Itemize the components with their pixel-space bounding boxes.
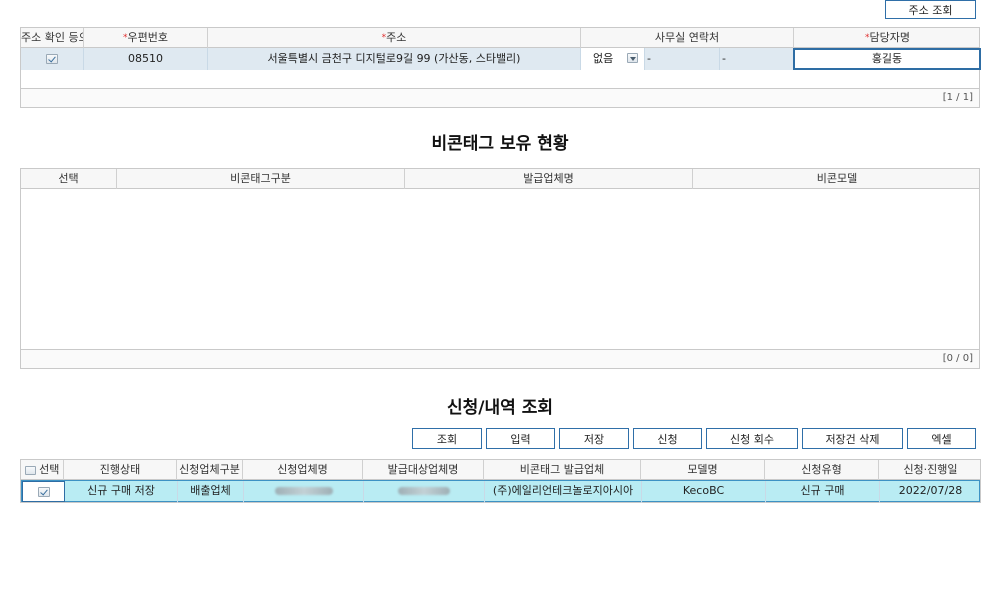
beacon-grid-header: 선택 비콘태그구분 발급업체명 비콘모델 (21, 169, 979, 189)
col-header-address: *주소 (208, 28, 581, 48)
withdraw-request-button[interactable]: 신청 회수 (706, 428, 798, 449)
save-button[interactable]: 저장 (559, 428, 629, 449)
phone-middle-field[interactable]: - (645, 48, 720, 70)
address-grid: 주소 확인 등으 *우편번호 *주소 사무실 연락처 *담당자명 08510 서… (20, 27, 981, 108)
postal-cell: 08510 (84, 48, 208, 70)
manager-name-field[interactable]: 홍길동 (793, 48, 981, 70)
col-header-select[interactable]: 선택 (21, 460, 64, 480)
input-button[interactable]: 입력 (486, 428, 555, 449)
address-row[interactable]: 08510 서울특별시 금천구 디지털로9길 99 (가산동, 스타밸리) 없음… (21, 48, 981, 70)
address-search-button[interactable]: 주소 조회 (885, 0, 976, 19)
request-section-title: 신청/내역 조회 (447, 398, 553, 418)
beacon-grid: 선택 비콘태그구분 발급업체명 비콘모델 [0 / 0] (20, 168, 980, 369)
status-cell: 신규 구매 저장 (65, 481, 178, 503)
required-mark: * (865, 33, 870, 43)
request-type-cell: 신규 구매 (766, 481, 880, 503)
model-cell: KecoBC (642, 481, 766, 503)
required-mark: * (381, 33, 387, 43)
col-header-status: 진행상태 (64, 460, 177, 480)
col-header-company-type: 신청업체구분 (177, 460, 243, 480)
phone-select[interactable]: 없음 (581, 48, 645, 70)
row-select-cell[interactable] (22, 481, 65, 502)
request-date-cell: 2022/07/28 (898, 484, 963, 497)
address-grid-paging: [1 / 1] (21, 88, 979, 107)
col-header-beacon-type: 비콘태그구분 (117, 169, 405, 189)
col-header-address-confirm: 주소 확인 등으 (21, 28, 84, 48)
apply-button[interactable]: 신청 (633, 428, 702, 449)
company-type-cell: 배출업체 (178, 481, 244, 503)
search-button[interactable]: 조회 (412, 428, 482, 449)
col-header-model: 모델명 (641, 460, 765, 480)
col-header-postal: *우편번호 (84, 28, 208, 48)
request-grid-header: 선택 진행상태 신청업체구분 신청업체명 발급대상업체명 비콘태그 발급업체 모… (21, 460, 980, 480)
address-grid-header: 주소 확인 등으 *우편번호 *주소 사무실 연락처 *담당자명 (21, 28, 979, 48)
col-header-issuer-name: 발급업체명 (405, 169, 693, 189)
col-header-select: 선택 (21, 169, 117, 189)
redacted-text (398, 487, 450, 495)
col-header-manager: *담당자명 (865, 31, 910, 44)
target-company-cell (364, 481, 485, 503)
col-header-beacon-issuer: 비콘태그 발급업체 (484, 460, 641, 480)
issuer-cell: (주)에일리언테크놀로지아시아 (485, 481, 642, 503)
row-select-checkbox[interactable] (37, 487, 50, 497)
col-header-office-contact: 사무실 연락처 (581, 28, 794, 48)
chevron-down-icon[interactable] (627, 53, 638, 63)
col-header-request-date: 신청·진행일 (903, 463, 958, 476)
col-header-request-type: 신청유형 (765, 460, 879, 480)
request-grid: 선택 진행상태 신청업체구분 신청업체명 발급대상업체명 비콘태그 발급업체 모… (20, 459, 981, 503)
request-row[interactable]: 신규 구매 저장 배출업체 (주)에일리언테크놀로지아시아 KecoBC 신규 … (21, 480, 980, 503)
beacon-section-title: 비콘태그 보유 현황 (431, 134, 569, 154)
col-header-beacon-model: 비콘모델 (816, 172, 858, 185)
col-header-company-name: 신청업체명 (243, 460, 363, 480)
phone-last-field[interactable]: - (720, 48, 794, 70)
address-cell: 서울특별시 금천구 디지털로9길 99 (가산동, 스타밸리) (208, 48, 581, 70)
col-header-target-company: 발급대상업체명 (363, 460, 484, 480)
select-all-checkbox[interactable] (24, 465, 36, 475)
beacon-grid-paging: [0 / 0] (21, 349, 979, 368)
delete-saved-button[interactable]: 저장건 삭제 (802, 428, 903, 449)
address-confirm-checkbox[interactable] (46, 54, 58, 64)
required-mark: * (123, 33, 128, 43)
redacted-text (274, 487, 333, 495)
address-confirm-cell[interactable] (21, 48, 84, 70)
company-name-cell (244, 481, 364, 503)
excel-button[interactable]: 엑셀 (907, 428, 976, 449)
